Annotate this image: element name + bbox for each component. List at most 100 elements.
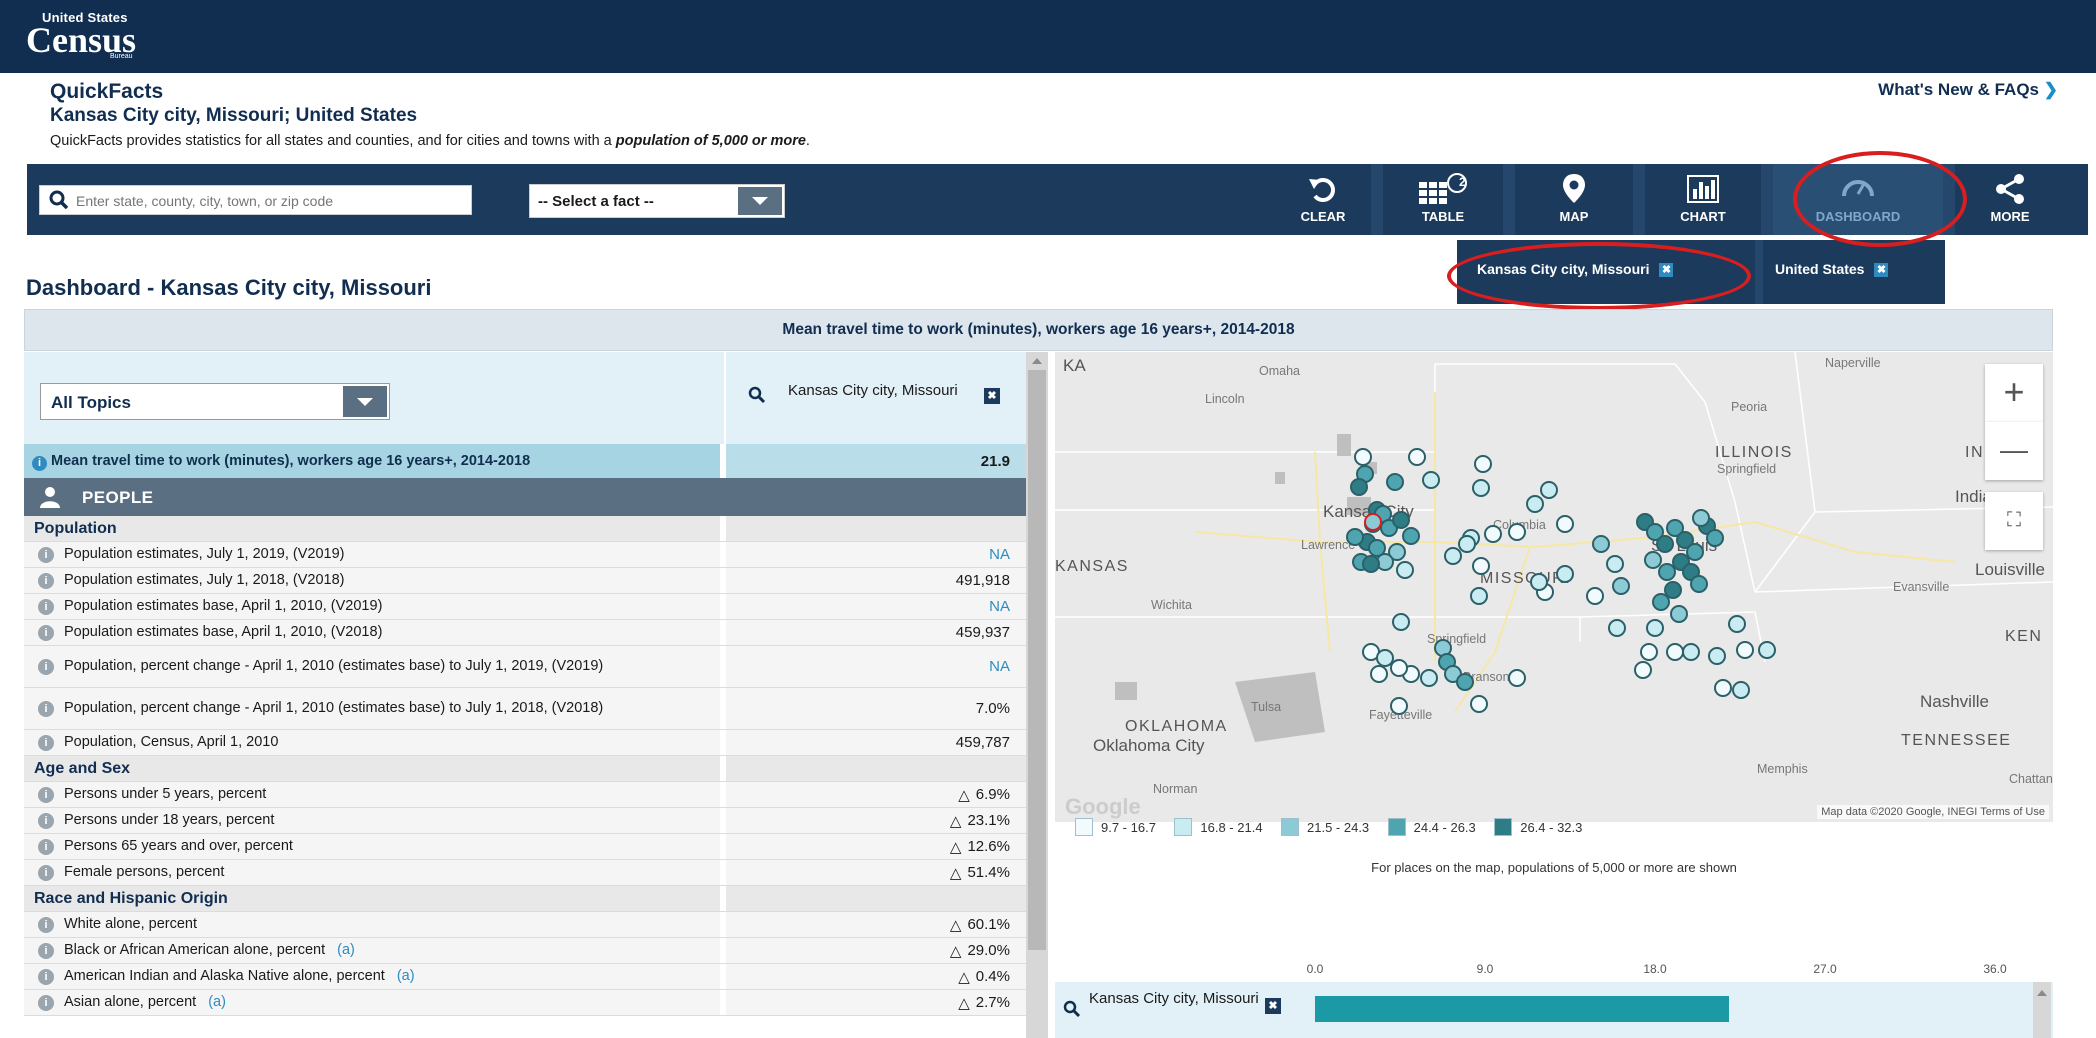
map-panel[interactable]: KA Omaha Lincoln Naperville Peoria ILLIN…: [1055, 352, 2053, 822]
place-marker[interactable]: [1392, 511, 1410, 529]
info-icon[interactable]: i: [38, 916, 54, 933]
place-marker[interactable]: [1420, 669, 1438, 687]
row-value[interactable]: NA: [989, 598, 1010, 615]
place-marker[interactable]: [1758, 641, 1776, 659]
place-marker[interactable]: [1370, 665, 1388, 683]
warning-triangle-icon[interactable]: △: [950, 942, 962, 960]
info-icon[interactable]: i: [38, 994, 54, 1011]
place-marker[interactable]: [1644, 551, 1662, 569]
place-marker[interactable]: [1422, 471, 1440, 489]
place-marker[interactable]: [1386, 473, 1404, 491]
footnote-link[interactable]: (a): [397, 968, 415, 985]
table-row[interactable]: i American Indian and Alaska Native alone…: [24, 964, 1026, 990]
warning-triangle-icon[interactable]: △: [958, 994, 970, 1012]
place-marker[interactable]: [1458, 535, 1476, 553]
topics-select[interactable]: All Topics: [40, 383, 390, 420]
place-marker[interactable]: [1658, 563, 1676, 581]
row-value[interactable]: NA: [989, 658, 1010, 675]
search-input[interactable]: [76, 190, 466, 212]
place-marker[interactable]: [1586, 587, 1604, 605]
place-marker[interactable]: [1556, 565, 1574, 583]
place-marker[interactable]: [1354, 448, 1372, 466]
place-marker[interactable]: [1592, 535, 1610, 553]
chart-button[interactable]: CHART: [1645, 164, 1761, 235]
people-section-header[interactable]: PEOPLE: [24, 478, 1026, 516]
place-marker[interactable]: [1526, 495, 1544, 513]
place-marker[interactable]: [1540, 481, 1558, 499]
search-box[interactable]: [39, 185, 472, 215]
table-row[interactable]: i Population estimates base, April 1, 201…: [24, 620, 1026, 646]
info-icon[interactable]: i: [38, 700, 54, 717]
search-icon[interactable]: [1063, 1000, 1081, 1018]
place-marker[interactable]: [1350, 478, 1368, 496]
place-marker[interactable]: [1652, 593, 1670, 611]
place-marker[interactable]: [1472, 557, 1490, 575]
place-marker[interactable]: [1470, 587, 1488, 605]
chevron-down-icon[interactable]: [343, 386, 387, 417]
clear-button[interactable]: CLEAR: [1275, 164, 1371, 235]
info-icon[interactable]: i: [38, 572, 54, 589]
geo-tab-united-states[interactable]: United States ✖: [1775, 261, 1889, 281]
table-row[interactable]: i Population, percent change - April 1, 2…: [24, 688, 1026, 730]
info-icon[interactable]: i: [38, 838, 54, 855]
place-marker[interactable]: [1706, 529, 1724, 547]
table-row[interactable]: i White alone, percent △ 60.1%: [24, 912, 1026, 938]
info-icon[interactable]: i: [38, 864, 54, 881]
place-marker[interactable]: [1646, 619, 1664, 637]
place-marker[interactable]: [1396, 561, 1414, 579]
place-marker[interactable]: [1634, 661, 1652, 679]
info-icon[interactable]: i: [38, 658, 54, 675]
row-value[interactable]: NA: [989, 546, 1010, 563]
place-marker[interactable]: [1508, 523, 1526, 541]
info-icon[interactable]: i: [38, 968, 54, 985]
info-icon[interactable]: i: [38, 546, 54, 563]
table-row[interactable]: i Population estimates base, April 1, 201…: [24, 594, 1026, 620]
place-marker[interactable]: [1656, 535, 1674, 553]
census-logo[interactable]: United States Census Bureau: [26, 10, 136, 60]
info-icon[interactable]: i: [38, 812, 54, 829]
place-marker[interactable]: [1484, 525, 1502, 543]
place-marker[interactable]: [1402, 527, 1420, 545]
close-icon[interactable]: ✖: [984, 388, 1000, 404]
place-marker[interactable]: [1456, 673, 1474, 691]
place-marker[interactable]: [1606, 555, 1624, 573]
info-icon[interactable]: i: [38, 624, 54, 641]
footnote-link[interactable]: (a): [208, 994, 226, 1011]
place-marker[interactable]: [1390, 659, 1408, 677]
close-icon[interactable]: ✖: [1874, 263, 1889, 277]
place-marker[interactable]: [1390, 697, 1408, 715]
info-icon[interactable]: i: [38, 598, 54, 615]
map-attribution[interactable]: Map data ©2020 Google, INEGI Terms of Us…: [1817, 805, 2049, 819]
chart-scrollbar[interactable]: [2033, 982, 2051, 1038]
scrollbar-thumb[interactable]: [1028, 370, 1046, 950]
zoom-in-button[interactable]: +: [1985, 364, 2043, 422]
close-icon[interactable]: ✖: [1265, 998, 1281, 1014]
zoom-out-button[interactable]: —: [1985, 422, 2043, 480]
place-marker[interactable]: [1376, 649, 1394, 667]
search-icon[interactable]: [748, 386, 766, 404]
warning-triangle-icon[interactable]: △: [950, 864, 962, 882]
table-row[interactable]: i Black or African American alone, percen…: [24, 938, 1026, 964]
place-marker[interactable]: [1732, 681, 1750, 699]
place-marker[interactable]: [1708, 647, 1726, 665]
selected-place-marker[interactable]: [1364, 513, 1382, 531]
table-row[interactable]: i Persons under 5 years, percent △ 6.9%: [24, 782, 1026, 808]
place-marker[interactable]: [1728, 615, 1746, 633]
place-marker[interactable]: [1692, 509, 1710, 527]
warning-triangle-icon[interactable]: △: [950, 812, 962, 830]
place-marker[interactable]: [1408, 448, 1426, 466]
footnote-link[interactable]: (a): [337, 942, 355, 959]
place-marker[interactable]: [1736, 641, 1754, 659]
highlight-fact-row[interactable]: i Mean travel time to work (minutes), wor…: [24, 444, 1026, 478]
place-marker[interactable]: [1612, 577, 1630, 595]
table-row[interactable]: i Persons under 18 years, percent △ 23.1%: [24, 808, 1026, 834]
place-marker[interactable]: [1682, 643, 1700, 661]
warning-triangle-icon[interactable]: △: [950, 916, 962, 934]
place-marker[interactable]: [1640, 643, 1658, 661]
place-marker[interactable]: [1508, 669, 1526, 687]
place-marker[interactable]: [1470, 695, 1488, 713]
whats-new-link[interactable]: What's New & FAQs ❯: [1878, 80, 2058, 100]
warning-triangle-icon[interactable]: △: [950, 838, 962, 856]
scroll-up-icon[interactable]: [1032, 358, 1042, 364]
info-icon[interactable]: i: [32, 456, 47, 471]
